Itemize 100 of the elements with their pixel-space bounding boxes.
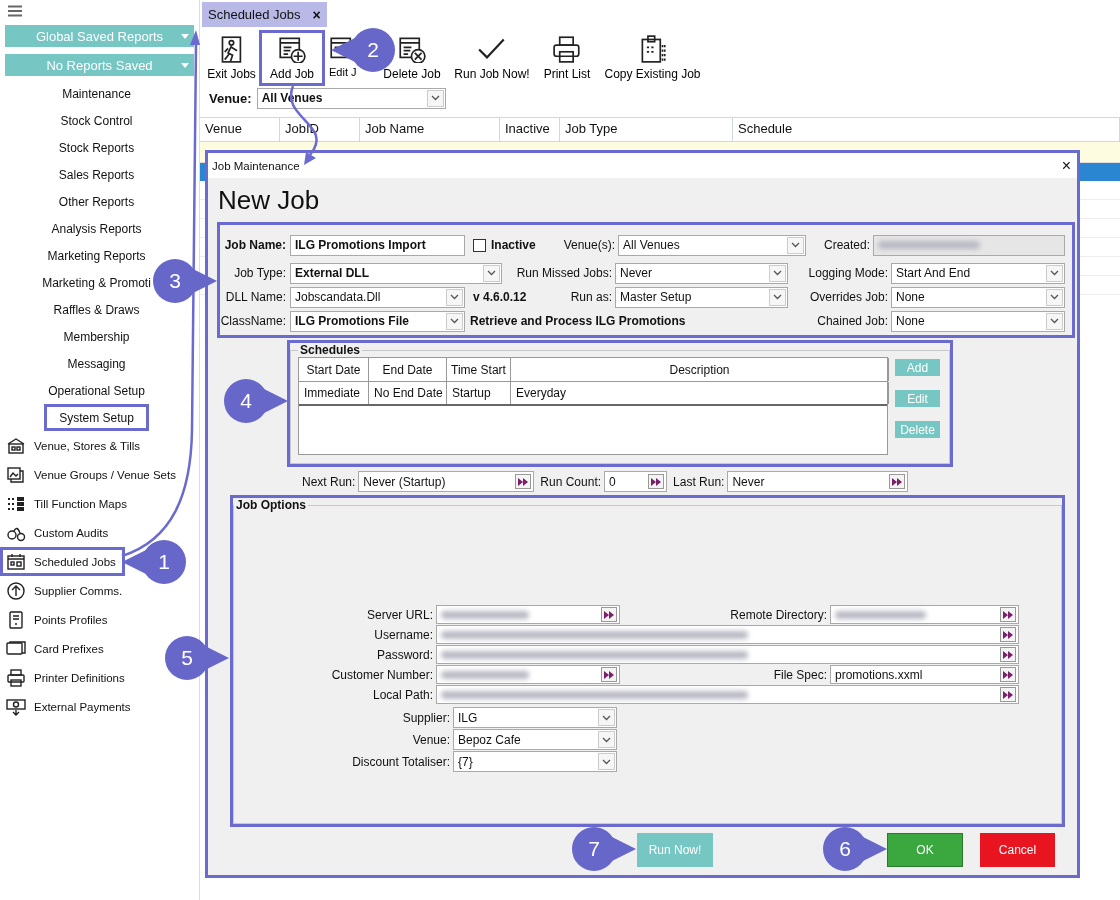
menu-item[interactable]: Printer Definitions bbox=[0, 663, 134, 692]
callout-tooltip: 7 bbox=[572, 826, 636, 872]
text-field[interactable] bbox=[436, 645, 1019, 664]
menu-item[interactable]: Membership bbox=[60, 323, 133, 350]
column-header[interactable]: Venue bbox=[200, 118, 280, 141]
browse-button[interactable] bbox=[889, 474, 906, 489]
column-header[interactable]: Job Type bbox=[560, 118, 733, 141]
field-label: Logging Mode: bbox=[807, 266, 888, 280]
menu-item[interactable]: Other Reports bbox=[55, 188, 138, 215]
browse-button[interactable] bbox=[601, 607, 617, 622]
menu-item[interactable]: Points Profiles bbox=[0, 605, 117, 634]
version-text: v 4.6.0.12 bbox=[473, 290, 528, 304]
menu-item[interactable]: Stock Control bbox=[57, 107, 136, 134]
checkbox[interactable] bbox=[473, 238, 486, 252]
text-field[interactable] bbox=[436, 665, 620, 684]
text-field[interactable] bbox=[830, 605, 1019, 624]
menu-item[interactable]: Sales Reports bbox=[55, 161, 138, 188]
text-field[interactable]: Never (Startup) bbox=[358, 471, 535, 492]
text-field[interactable] bbox=[436, 625, 1019, 644]
browse-button[interactable] bbox=[1000, 647, 1016, 662]
field-label: File Spec: bbox=[772, 667, 827, 682]
column-header[interactable]: Description bbox=[511, 358, 889, 381]
menu-item[interactable]: Custom Audits bbox=[0, 518, 118, 547]
menu-item[interactable]: Messaging bbox=[64, 350, 129, 377]
callout-tooltip: 4 bbox=[224, 378, 288, 424]
dropdown[interactable]: ILG bbox=[453, 707, 617, 728]
menu-item[interactable]: Raffles & Draws bbox=[50, 296, 143, 323]
menu-icon[interactable] bbox=[8, 5, 22, 17]
window-title: Job Maintenance bbox=[212, 159, 300, 172]
browse-button[interactable] bbox=[1000, 627, 1016, 642]
close-icon[interactable]: × bbox=[312, 6, 321, 23]
dialog-button[interactable]: Cancel bbox=[980, 833, 1055, 867]
dropdown[interactable]: Jobscandata.Dll bbox=[290, 286, 465, 308]
toolbar-button[interactable]: Print List bbox=[538, 30, 596, 86]
text-field[interactable]: Never bbox=[727, 471, 909, 492]
field-label: Chained Job: bbox=[816, 314, 888, 328]
card-icon bbox=[6, 639, 26, 658]
dropdown[interactable]: Bepoz Cafe bbox=[453, 729, 617, 750]
toolbar-button[interactable]: Copy Existing Job bbox=[600, 30, 705, 86]
building-icon bbox=[6, 436, 26, 455]
menu-item[interactable]: Marketing & Promoti bbox=[39, 269, 154, 296]
toolbar-button[interactable]: Add Job bbox=[259, 30, 325, 86]
field-label: Run as: bbox=[569, 290, 612, 304]
field-label: Job Name: bbox=[223, 238, 286, 252]
printer-icon bbox=[553, 35, 581, 63]
column-header[interactable]: Inactive bbox=[500, 118, 560, 141]
field-label: Overrides Job: bbox=[808, 290, 888, 304]
column-header[interactable]: Schedule bbox=[733, 118, 1120, 141]
field-label: Venue: bbox=[411, 732, 450, 747]
callout-tooltip: 1 bbox=[122, 539, 186, 585]
menu-item[interactable]: Scheduled Jobs bbox=[0, 547, 125, 576]
menu-item[interactable]: Marketing Reports bbox=[44, 242, 149, 269]
browse-button[interactable] bbox=[648, 474, 665, 489]
menu-item[interactable]: External Payments bbox=[0, 692, 140, 721]
dropdown[interactable]: None bbox=[891, 310, 1065, 332]
menu-item[interactable]: Card Prefixes bbox=[0, 634, 113, 663]
browse-button[interactable] bbox=[601, 667, 617, 682]
browse-button[interactable] bbox=[1000, 687, 1016, 702]
dropdown[interactable]: None bbox=[891, 286, 1065, 308]
browse-button[interactable] bbox=[1000, 607, 1016, 622]
menu-item[interactable]: Operational Setup bbox=[45, 377, 148, 404]
dropdown[interactable]: All Venues bbox=[618, 234, 806, 256]
menu-item[interactable]: Till Function Maps bbox=[0, 489, 136, 518]
toolbar-button[interactable]: Delete Job bbox=[378, 30, 446, 86]
field-label: Server URL: bbox=[365, 607, 433, 622]
field-label: Next Run: bbox=[302, 474, 356, 489]
dropdown[interactable]: Start And End bbox=[891, 262, 1065, 284]
document-plus-icon bbox=[278, 35, 306, 63]
menu-item[interactable]: Analysis Reports bbox=[48, 215, 145, 242]
text-field[interactable]: promotions.xxml bbox=[830, 665, 1019, 684]
text-field[interactable] bbox=[873, 234, 1065, 256]
menu-item[interactable]: System Setup bbox=[44, 404, 149, 431]
column-header[interactable]: Job Name bbox=[360, 118, 500, 141]
column-header[interactable]: End Date bbox=[369, 358, 447, 381]
tab[interactable]: Scheduled Jobs × bbox=[202, 2, 327, 27]
dropdown[interactable]: {7} bbox=[453, 751, 617, 772]
dropdown[interactable]: External DLL bbox=[290, 262, 502, 284]
toolbar-button[interactable]: Run Job Now! bbox=[450, 30, 534, 86]
dropdown[interactable]: Master Setup bbox=[615, 286, 788, 308]
caret-icon bbox=[181, 63, 189, 68]
menu-item[interactable]: Stock Reports bbox=[55, 134, 138, 161]
document-icon bbox=[6, 610, 26, 629]
toolbar-button[interactable]: Exit Jobs bbox=[204, 30, 259, 86]
dropdown[interactable]: ILG Promotions File bbox=[290, 310, 465, 332]
column-header[interactable]: Start Date bbox=[299, 358, 369, 381]
text-field[interactable] bbox=[436, 685, 1019, 704]
column-header[interactable]: Time Start bbox=[447, 358, 511, 381]
text-field[interactable]: ILG Promotions Import bbox=[290, 234, 465, 256]
dropdown[interactable]: Never bbox=[615, 262, 788, 284]
field-label: Last Run: bbox=[673, 474, 725, 489]
up-arrow-circle-icon bbox=[6, 581, 26, 600]
text-field[interactable]: 0 bbox=[604, 471, 668, 492]
menu-item[interactable]: Venue Groups / Venue Sets bbox=[0, 460, 185, 489]
browse-button[interactable] bbox=[515, 474, 532, 489]
browse-button[interactable] bbox=[1000, 667, 1016, 682]
text-field[interactable] bbox=[436, 605, 620, 624]
menu-item[interactable]: Maintenance bbox=[59, 80, 134, 107]
menu-item[interactable]: Venue, Stores & Tills bbox=[0, 431, 150, 460]
group-title: Schedules bbox=[299, 343, 362, 357]
close-button[interactable]: × bbox=[1061, 156, 1071, 175]
